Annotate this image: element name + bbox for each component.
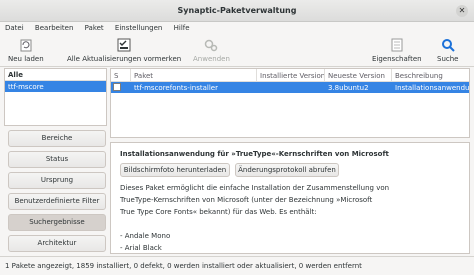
download-screenshot-button[interactable]: Bildschirmfoto herunterladen	[120, 163, 230, 177]
properties-button[interactable]: Eigenschaften	[372, 38, 422, 63]
detail-line: - Andale Mono	[120, 232, 171, 240]
filter-item-ttf-mscore[interactable]: ttf-mscore	[5, 81, 106, 92]
properties-label: Eigenschaften	[372, 55, 422, 63]
reload-label: Neu laden	[8, 55, 44, 63]
mark-all-label: Alle Aktualisierungen vormerken	[67, 55, 182, 63]
detail-line: True Type Core Fonts« bekannt) für das W…	[120, 208, 317, 216]
menu-datei[interactable]: Datei	[0, 22, 28, 32]
architecture-button[interactable]: Architektur	[8, 235, 106, 252]
title-bar: Synaptic-Paketverwaltung ✕	[0, 0, 474, 22]
menu-einstellungen[interactable]: Einstellungen	[110, 22, 166, 32]
apply-button[interactable]: Anwenden	[193, 38, 230, 63]
column-package[interactable]: Paket	[131, 69, 257, 82]
menu-hilfe[interactable]: Hilfe	[169, 22, 194, 32]
status-button[interactable]: Status	[8, 151, 106, 168]
detail-line: TrueType-Kernschriften von Microsoft (un…	[120, 196, 373, 204]
custom-filters-button[interactable]: Benutzerdefinierte Filter	[8, 193, 106, 210]
detail-line: Dieses Paket ermöglicht die einfache Ins…	[120, 184, 390, 192]
search-icon	[441, 39, 455, 52]
reload-button[interactable]: Neu laden	[8, 38, 44, 63]
table-row[interactable]: ttf-mscorefonts-installer 3.8ubuntu2 Ins…	[111, 82, 470, 93]
detail-line: - Arial Black	[120, 244, 162, 252]
latest-version: 3.8ubuntu2	[328, 84, 369, 92]
search-button[interactable]: Suche	[437, 38, 458, 63]
filter-list-header[interactable]: Alle	[5, 69, 106, 81]
close-icon[interactable]: ✕	[456, 5, 468, 17]
column-status[interactable]: S	[111, 69, 131, 82]
detail-title: Installationsanwendung für »TrueType«-Ke…	[120, 150, 389, 158]
fetch-changelog-button[interactable]: Änderungsprotokoll abrufen	[235, 163, 339, 177]
menu-bar: Datei Bearbeiten Paket Einstellungen Hil…	[0, 22, 474, 35]
apply-label: Anwenden	[193, 55, 230, 63]
package-table: S Paket Installierte Version Neueste Ver…	[110, 68, 470, 138]
sections-button[interactable]: Bereiche	[8, 130, 106, 147]
checklist-icon	[117, 38, 131, 52]
origin-button[interactable]: Ursprung	[8, 172, 106, 189]
search-results-button[interactable]: Suchergebnisse	[8, 214, 106, 231]
package-description: Installationsanwendung	[395, 84, 470, 92]
package-detail-pane: Installationsanwendung für »TrueType«-Ke…	[110, 142, 470, 254]
mark-all-upgrades-button[interactable]: Alle Aktualisierungen vormerken	[67, 38, 181, 63]
gears-icon	[205, 39, 218, 52]
search-label: Suche	[437, 55, 459, 63]
column-description[interactable]: Beschreibung	[392, 69, 469, 82]
properties-icon	[391, 38, 403, 52]
column-latest-version[interactable]: Neueste Version	[325, 69, 392, 82]
toolbar: Neu laden Alle Aktualisierungen vormerke…	[0, 35, 474, 67]
filter-pane: Alle ttf-mscore Bereiche Status Ursprung…	[4, 68, 107, 254]
filter-list: Alle ttf-mscore	[4, 68, 107, 126]
menu-bearbeiten[interactable]: Bearbeiten	[30, 22, 77, 32]
status-text: 1 Pakete angezeigt, 1859 installiert, 0 …	[5, 262, 362, 270]
menu-paket[interactable]: Paket	[80, 22, 108, 32]
window-title: Synaptic-Paketverwaltung	[177, 6, 297, 15]
column-installed-version[interactable]: Installierte Version	[257, 69, 325, 82]
status-bar: 1 Pakete angezeigt, 1859 installiert, 0 …	[0, 256, 474, 275]
package-checkbox[interactable]	[113, 83, 121, 91]
package-name: ttf-mscorefonts-installer	[134, 84, 218, 92]
reload-icon	[20, 39, 32, 52]
